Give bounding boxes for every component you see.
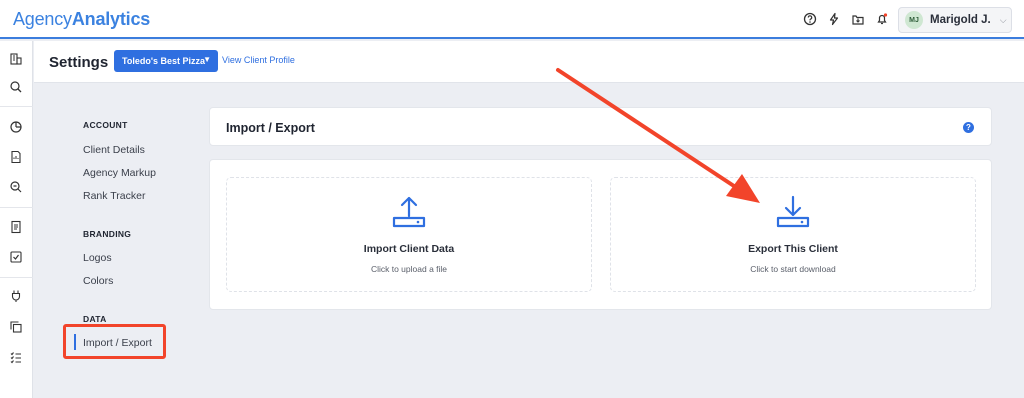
download-icon (776, 195, 810, 228)
nav-item-agency-markup[interactable]: Agency Markup (83, 167, 156, 179)
app-logo[interactable]: AgencyAnalytics (13, 9, 150, 30)
import-subtitle: Click to upload a file (370, 264, 448, 274)
rail-divider (0, 106, 33, 107)
rail-divider (0, 277, 33, 278)
zoom-icon[interactable] (8, 179, 24, 195)
client-select-dropdown[interactable]: Toledo's Best Pizza ▼ (114, 50, 218, 72)
left-rail (0, 41, 33, 398)
client-select-label: Toledo's Best Pizza (122, 56, 205, 66)
copy-icon[interactable] (8, 319, 24, 335)
help-icon[interactable]: ? (963, 122, 974, 133)
import-export-card: Import Client Data Click to upload a fil… (209, 159, 992, 310)
avatar: MJ (905, 11, 923, 29)
building-icon[interactable] (8, 51, 24, 67)
export-this-client-tile[interactable]: Export This Client Click to start downlo… (610, 177, 976, 292)
caret-down-icon: ▼ (203, 55, 211, 64)
nav-item-rank-tracker[interactable]: Rank Tracker (83, 190, 145, 202)
plug-icon[interactable] (8, 288, 24, 304)
chevron-down-icon: ⌵ (999, 14, 1007, 25)
export-subtitle: Click to start download (750, 264, 836, 274)
user-name: Marigold J. (930, 14, 991, 26)
download-tray-icon[interactable] (850, 11, 866, 27)
bell-icon[interactable] (874, 11, 890, 27)
top-icon-group (802, 11, 890, 27)
page-title: Settings (49, 54, 109, 71)
settings-header: Settings Toledo's Best Pizza ▼ View Clie… (34, 41, 1024, 83)
upload-icon (392, 196, 426, 228)
checkbox-icon[interactable] (8, 249, 24, 265)
bolt-icon[interactable] (826, 11, 842, 27)
import-client-data-tile[interactable]: Import Client Data Click to upload a fil… (226, 177, 592, 292)
nav-item-client-details[interactable]: Client Details (83, 144, 145, 156)
import-export-header-card: Import / Export ? (209, 107, 992, 146)
rail-divider (0, 207, 33, 208)
card-title: Import / Export (226, 121, 315, 135)
nav-section-account: ACCOUNT (83, 120, 128, 130)
document-icon[interactable] (8, 219, 24, 235)
annotation-highlight-box (63, 324, 166, 359)
top-bar: AgencyAnalytics MJ Marigold J. ⌵ (0, 0, 1024, 39)
user-menu-button[interactable]: MJ Marigold J. ⌵ (898, 7, 1012, 33)
report-icon[interactable] (8, 149, 24, 165)
nav-item-colors[interactable]: Colors (83, 275, 113, 287)
export-title: Export This Client (748, 243, 838, 255)
checklist-icon[interactable] (8, 349, 24, 365)
search-icon[interactable] (8, 79, 24, 95)
active-nav-indicator (74, 334, 76, 350)
import-title: Import Client Data (363, 243, 455, 255)
pie-chart-icon[interactable] (8, 119, 24, 135)
nav-section-data: DATA (83, 314, 107, 324)
nav-section-branding: BRANDING (83, 229, 132, 239)
help-icon[interactable] (802, 11, 818, 27)
nav-item-logos[interactable]: Logos (83, 252, 112, 264)
view-client-profile-link[interactable]: View Client Profile (222, 55, 295, 65)
